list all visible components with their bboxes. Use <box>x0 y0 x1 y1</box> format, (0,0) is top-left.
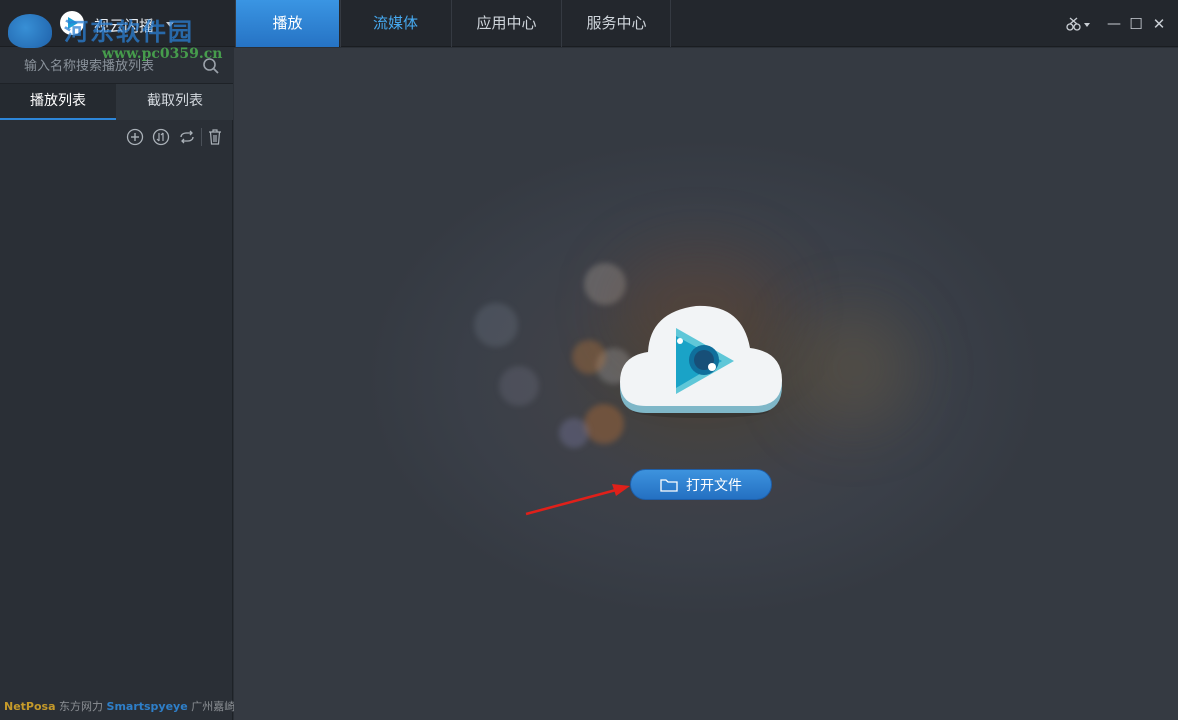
brand-netposa: NetPosa <box>4 700 56 713</box>
title-bar: 视云闪播 河东软件园 播放 流媒体 应用中心 服务中心 — ☐ ✕ <box>0 0 1178 48</box>
watermark-url: www.pc0359.cn <box>102 46 223 62</box>
tab-capture-list[interactable]: 截取列表 <box>117 84 233 120</box>
player-area[interactable]: 打开文件 <box>234 48 1178 720</box>
bokeh-light <box>474 303 518 347</box>
folder-icon <box>660 478 678 492</box>
sort-icon[interactable] <box>152 128 170 146</box>
toolbar-divider <box>201 128 202 146</box>
tab-app-center[interactable]: 应用中心 <box>451 0 561 47</box>
bokeh-light <box>572 340 606 374</box>
brand-smartspyeye-cn: 广州嘉崎 <box>191 700 236 713</box>
playlist-tabs: 播放列表 截取列表 <box>0 84 233 120</box>
watermark-text: 河东软件园 <box>64 17 194 46</box>
tab-divider <box>670 0 671 47</box>
cloud-play-logo-icon <box>620 305 782 418</box>
open-file-label: 打开文件 <box>686 477 742 494</box>
bokeh-light <box>559 418 589 448</box>
brand-netposa-cn: 东方网力 <box>59 700 104 713</box>
open-file-button[interactable]: 打开文件 <box>630 469 772 500</box>
watermark-logo-icon <box>8 14 52 48</box>
sidebar: 播放列表 截取列表 NetPosa 东方网力 Smartspyeye 广州嘉崎 <box>0 48 235 720</box>
minimize-button[interactable]: — <box>1104 14 1124 34</box>
tab-play[interactable]: 播放 <box>235 0 339 47</box>
close-button[interactable]: ✕ <box>1149 14 1169 34</box>
add-icon[interactable] <box>126 128 144 146</box>
maximize-button[interactable]: ☐ <box>1126 14 1146 34</box>
tab-play-list[interactable]: 播放列表 <box>0 84 116 120</box>
loop-icon[interactable] <box>178 128 196 146</box>
tab-service-center[interactable]: 服务中心 <box>561 0 671 47</box>
brand-smartspyeye: Smartspyeye <box>106 700 188 713</box>
tab-streaming[interactable]: 流媒体 <box>340 0 450 47</box>
trash-icon[interactable] <box>206 128 224 146</box>
brand-footer: NetPosa 东方网力 Smartspyeye 广州嘉崎 <box>4 698 235 714</box>
skin-settings-icon[interactable] <box>1064 14 1092 34</box>
bokeh-glow <box>794 308 914 428</box>
annotation-arrow-icon <box>525 484 630 516</box>
bokeh-light <box>499 366 539 406</box>
